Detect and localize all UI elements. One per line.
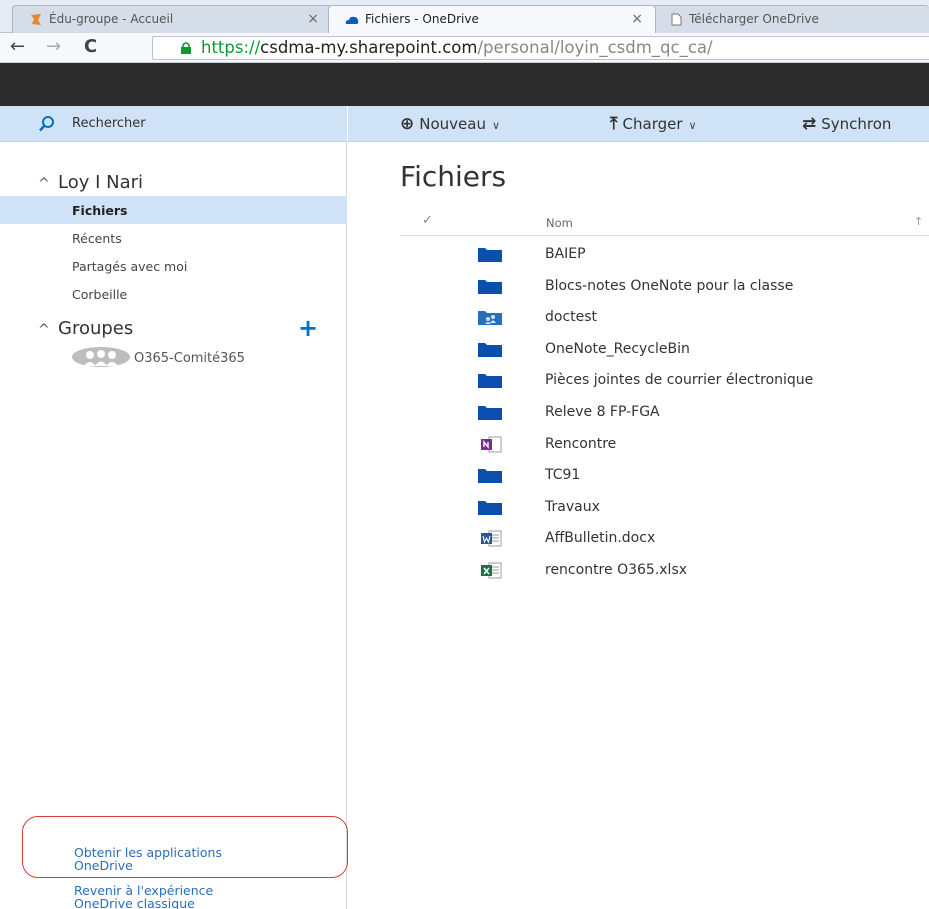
command-bar: ⊕ Nouveau ∨ ⤒ Charger ∨ ⇄ Synchron <box>348 106 929 142</box>
sidebar-item-fichiers[interactable]: Fichiers <box>0 196 347 224</box>
chevron-up-icon: ^ <box>38 176 50 192</box>
onenote-icon <box>481 436 502 453</box>
chevron-up-icon: ^ <box>38 322 50 338</box>
folder-icon <box>478 248 502 262</box>
add-group-button[interactable]: + <box>298 314 318 342</box>
browser-tab-fichiers-onedrive[interactable]: Fichiers - OneDrive × <box>328 5 656 33</box>
file-row[interactable]: rencontre O365.xlsx <box>400 553 929 585</box>
folder-icon <box>478 279 502 294</box>
file-row[interactable]: Releve 8 FP-FGA <box>400 395 929 427</box>
link-line: OneDrive classique <box>74 896 195 909</box>
tab-label: Édu-groupe - Accueil <box>49 12 174 26</box>
word-icon <box>481 530 502 547</box>
excel-icon <box>481 562 502 579</box>
file-row[interactable]: TC91 <box>400 458 929 490</box>
close-icon[interactable]: × <box>307 11 319 27</box>
sidebar-item-recents[interactable]: Récents <box>0 224 347 252</box>
user-section-header[interactable]: ^ Loy I Nari <box>38 172 143 193</box>
page-icon <box>671 13 682 26</box>
folder-icon <box>478 500 502 515</box>
search-placeholder: Rechercher <box>72 116 146 131</box>
classic-experience-link[interactable]: Revenir à l'expérience OneDrive classiqu… <box>74 884 213 909</box>
file-row[interactable]: Travaux <box>400 490 929 522</box>
suite-bar <box>0 63 929 106</box>
file-row[interactable]: Rencontre <box>400 427 929 459</box>
sort-arrow-icon[interactable]: ↑ <box>914 215 923 228</box>
close-icon[interactable]: × <box>631 11 643 27</box>
sidebar-item-label: Fichiers <box>72 203 128 218</box>
sidebar-item-label: Récents <box>72 231 122 246</box>
new-label: Nouveau <box>419 115 486 133</box>
sync-icon: ⇄ <box>802 114 817 134</box>
tab-label: Télécharger OneDrive <box>689 12 819 26</box>
file-name: Releve 8 FP-FGA <box>545 404 660 420</box>
group-label: O365-Comité365 <box>134 351 245 366</box>
groups-title: Groupes <box>58 318 134 339</box>
new-button[interactable]: ⊕ Nouveau ∨ <box>400 114 500 134</box>
folder-icon <box>478 342 502 357</box>
file-name: Rencontre <box>545 435 617 452</box>
address-bar[interactable]: https://csdma-my.sharepoint.com/personal… <box>152 36 929 60</box>
folder-icon <box>478 469 502 484</box>
file-name: AffBulletin.docx <box>545 530 656 547</box>
file-name: TC91 <box>545 467 581 484</box>
file-row[interactable]: Blocs-notes OneNote pour la classe <box>400 269 929 301</box>
upload-button[interactable]: ⤒ Charger ∨ <box>610 114 697 134</box>
folder-icon <box>478 406 502 420</box>
file-name: Pièces jointes de courrier électronique <box>545 372 814 389</box>
chevron-down-icon: ∨ <box>688 119 697 132</box>
group-item-o365[interactable]: O365-Comité365 <box>70 346 340 372</box>
sidebar-item-label: Partagés avec moi <box>72 259 188 274</box>
column-header-name[interactable]: Nom <box>546 216 573 230</box>
user-name: Loy I Nari <box>58 172 144 193</box>
browser-tab-telecharger-onedrive[interactable]: Télécharger OneDrive <box>652 5 929 33</box>
browser-tab-strip: Édu-groupe - Accueil × Fichiers - OneDri… <box>0 0 929 33</box>
select-all-check-icon[interactable]: ✓ <box>422 213 433 228</box>
file-name: Blocs-notes OneNote pour la classe <box>545 277 794 294</box>
get-apps-link[interactable]: Obtenir les applications OneDrive <box>74 846 222 872</box>
left-navigation: Rechercher ^ Loy I Nari Fichiers Récents … <box>0 106 348 909</box>
group-avatar-icon <box>72 347 130 367</box>
file-name: doctest <box>545 309 598 326</box>
url-scheme: https:// <box>201 38 261 57</box>
link-line: OneDrive <box>74 858 133 873</box>
file-row[interactable]: Pièces jointes de courrier électronique <box>400 363 929 395</box>
url-host: csdma-my.sharepoint.com <box>260 38 478 57</box>
edu-groupe-favicon-icon <box>31 14 41 25</box>
upload-label: Charger <box>622 115 683 133</box>
browser-toolbar: ← → C https://csdma-my.sharepoint.com/pe… <box>0 33 929 63</box>
lock-icon <box>181 42 191 54</box>
file-name: rencontre O365.xlsx <box>545 562 688 578</box>
reload-icon[interactable]: C <box>84 37 97 57</box>
sidebar-item-label: Corbeille <box>72 287 128 302</box>
file-row[interactable]: BAIEP <box>400 237 929 269</box>
back-arrow-icon[interactable]: ← <box>10 37 25 57</box>
file-row[interactable]: doctest <box>400 300 929 332</box>
sidebar-item-partages[interactable]: Partagés avec moi <box>0 252 347 280</box>
browser-tab-edu-groupe[interactable]: Édu-groupe - Accueil × <box>12 5 332 33</box>
sidebar-item-corbeille[interactable]: Corbeille <box>0 280 347 308</box>
plus-circle-icon: ⊕ <box>400 114 415 134</box>
tab-label: Fichiers - OneDrive <box>365 12 479 26</box>
file-row[interactable]: AffBulletin.docx <box>400 521 929 553</box>
folder-icon <box>478 374 502 389</box>
search-icon <box>39 116 54 132</box>
forward-arrow-icon[interactable]: → <box>46 37 61 57</box>
url-path: /personal/loyin_csdm_qc_ca/ <box>477 38 713 57</box>
shared-folder-icon <box>478 311 502 326</box>
upload-arrow-icon: ⤒ <box>610 114 618 134</box>
file-row[interactable]: OneNote_RecycleBin <box>400 332 929 364</box>
file-list-header: ✓ Nom ↑ <box>400 210 929 236</box>
onedrive-cloud-icon <box>345 16 359 24</box>
sync-label: Synchron <box>821 115 892 133</box>
search-box[interactable]: Rechercher <box>0 106 347 142</box>
file-name: BAIEP <box>545 246 586 262</box>
chevron-down-icon: ∨ <box>491 119 501 132</box>
file-name: OneNote_RecycleBin <box>545 340 690 357</box>
groups-section-header[interactable]: ^ Groupes <box>38 318 133 339</box>
file-name: Travaux <box>545 498 600 515</box>
sync-button[interactable]: ⇄ Synchron <box>802 114 891 134</box>
page-title: Fichiers <box>400 160 507 193</box>
